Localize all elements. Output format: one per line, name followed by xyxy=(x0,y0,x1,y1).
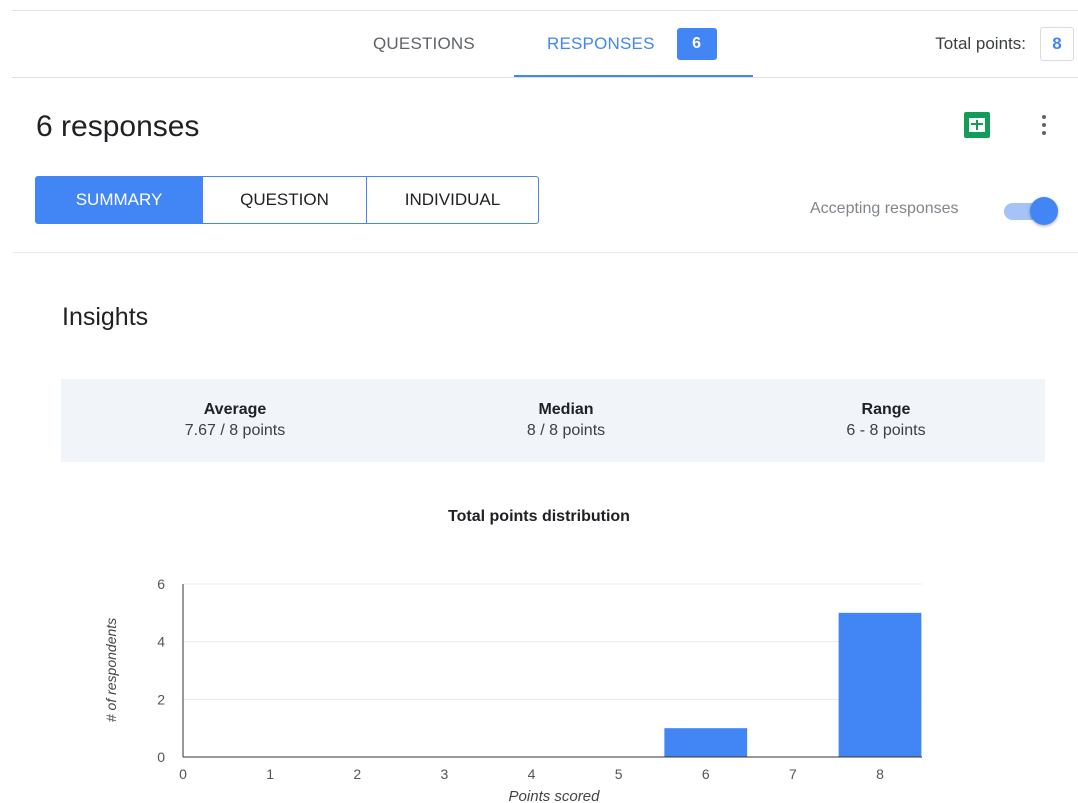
more-dot xyxy=(1042,123,1046,127)
insights-title: Insights xyxy=(62,303,149,331)
more-dot xyxy=(1042,115,1046,119)
total-points-value: 8 xyxy=(1040,27,1074,61)
stat-range: Range 6 - 8 points xyxy=(736,401,1036,440)
stat-average-label: Average xyxy=(203,401,267,418)
chart-x-tick-label: 7 xyxy=(789,766,797,782)
more-dot xyxy=(1042,131,1046,135)
chart-x-tick-label: 8 xyxy=(876,766,884,782)
chart-title: Total points distribution xyxy=(448,508,630,525)
accepting-responses-toggle[interactable] xyxy=(1004,196,1058,226)
tab-bar-divider xyxy=(12,77,1078,78)
chart-y-axis-label: # of respondents xyxy=(103,618,119,722)
chart-bar xyxy=(664,728,748,757)
summary-tab[interactable]: SUMMARY xyxy=(36,177,202,223)
chart-bar xyxy=(838,612,922,757)
stat-range-label: Range xyxy=(861,401,911,418)
total-points: Total points: 8 xyxy=(935,11,1078,77)
tab-bar: QUESTIONS RESPONSES 6 Total points: 8 xyxy=(0,11,1078,79)
tab-questions[interactable]: QUESTIONS xyxy=(373,11,475,77)
chart-y-tick-label: 4 xyxy=(157,634,165,650)
google-sheets-icon[interactable] xyxy=(964,112,990,138)
chart-x-tick-label: 5 xyxy=(615,766,623,782)
chart-y-tick-label: 2 xyxy=(157,691,165,707)
stat-median-value: 8 / 8 points xyxy=(526,422,606,439)
responses-count-badge: 6 xyxy=(676,28,717,60)
chart-y-tick-label: 6 xyxy=(157,576,165,592)
chart-x-tick-label: 1 xyxy=(266,766,274,782)
chart-y-tick-label: 0 xyxy=(157,749,165,765)
toggle-knob xyxy=(1030,197,1058,225)
chart-x-axis-label: Points scored xyxy=(509,788,601,803)
question-tab[interactable]: QUESTION xyxy=(202,177,366,223)
responses-title: 6 responses xyxy=(36,110,200,143)
chart-x-tick-label: 3 xyxy=(440,766,448,782)
more-vert-icon[interactable] xyxy=(1034,110,1054,140)
points-distribution-chart: 0 2 4 6 0 1 2 3 4 5 6 7 8 # of respondents Points sc… xyxy=(103,576,922,803)
stat-median: Median 8 / 8 points xyxy=(416,401,716,440)
chart-x-tick-label: 4 xyxy=(528,766,536,782)
tab-responses[interactable]: RESPONSES 6 xyxy=(514,11,753,78)
stat-range-value: 6 - 8 points xyxy=(846,422,926,439)
view-tabs: SUMMARY QUESTION INDIVIDUAL xyxy=(35,176,539,224)
tab-responses-label: RESPONSES xyxy=(547,34,655,53)
stat-average: Average 7.67 / 8 points xyxy=(85,401,385,440)
chart-x-tick-label: 2 xyxy=(353,766,361,782)
chart-x-tick-label: 6 xyxy=(702,766,710,782)
stat-median-label: Median xyxy=(538,401,594,418)
insights-stats-panel: Average 7.67 / 8 points Median 8 / 8 poi… xyxy=(61,379,1045,462)
stat-average-value: 7.67 / 8 points xyxy=(184,422,286,439)
individual-tab[interactable]: INDIVIDUAL xyxy=(366,177,538,223)
chart-x-tick-label: 0 xyxy=(179,766,187,782)
section-divider xyxy=(12,252,1078,253)
total-points-label: Total points: xyxy=(935,34,1026,53)
accepting-responses-label: Accepting responses xyxy=(810,200,959,217)
